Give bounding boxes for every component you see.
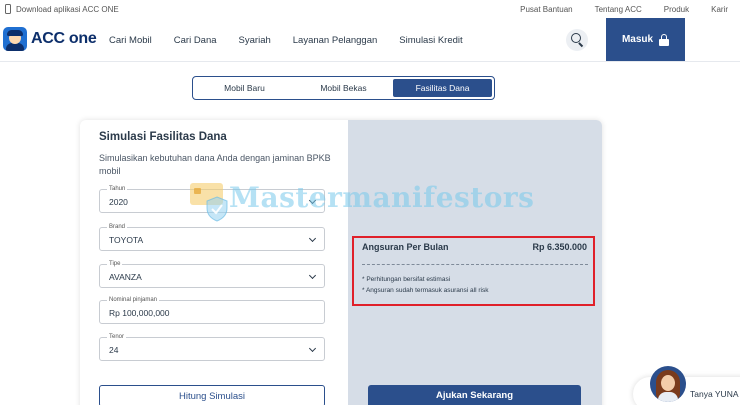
nav-item-syariah[interactable]: Syariah	[239, 35, 271, 46]
logo-text: ACC one	[31, 30, 97, 47]
tab-mobil-baru[interactable]: Mobil Baru	[195, 79, 294, 97]
ajukan-sekarang-button[interactable]: Ajukan Sekarang	[368, 385, 581, 405]
nominal-label: Nominal pinjaman	[107, 296, 160, 304]
link-produk[interactable]: Produk	[664, 5, 689, 14]
link-pusat-bantuan[interactable]: Pusat Bantuan	[520, 5, 572, 14]
note-estimate: * Perhitungan bersifat estimasi	[362, 276, 451, 283]
link-tentang-acc[interactable]: Tentang ACC	[595, 5, 642, 14]
form-description: Simulasikan kebutuhan dana Anda dengan j…	[99, 153, 331, 176]
nav-item-cari-dana[interactable]: Cari Dana	[174, 35, 217, 46]
tahun-label: Tahun	[107, 185, 128, 193]
installment-result-box: Angsuran Per Bulan Rp 6.350.000 * Perhit…	[352, 236, 595, 306]
nominal-pinjaman-input[interactable]: Nominal pinjaman Rp 100,000,000	[99, 296, 325, 324]
lock-icon	[659, 33, 670, 46]
tahun-value: 2020	[109, 197, 128, 207]
shield-check-icon	[206, 196, 228, 222]
link-karir[interactable]: Karir	[711, 5, 728, 14]
login-button[interactable]: Masuk	[606, 18, 685, 61]
main-nav: ACC one Cari Mobil Cari Dana Syariah Lay…	[0, 18, 740, 62]
chevron-down-icon	[308, 234, 317, 243]
tipe-select[interactable]: Tipe AVANZA	[99, 260, 325, 288]
hitung-simulasi-button[interactable]: Hitung Simulasi	[99, 385, 325, 405]
tenor-value: 24	[109, 345, 119, 355]
form-title: Simulasi Fasilitas Dana	[99, 131, 227, 143]
note-insurance: * Angsuran sudah termasuk asuransi all r…	[362, 287, 489, 294]
tenor-label: Tenor	[107, 333, 127, 341]
tenor-select[interactable]: Tenor 24	[99, 333, 325, 361]
phone-icon	[5, 4, 11, 14]
chat-label[interactable]: Tanya YUNA	[690, 389, 739, 399]
top-strip: Download aplikasi ACC ONE Pusat Bantuan …	[0, 0, 740, 18]
brand-value: TOYOTA	[109, 235, 144, 245]
chevron-down-icon	[308, 344, 317, 353]
nominal-value: Rp 100,000,000	[109, 308, 170, 318]
chevron-down-icon	[308, 271, 317, 280]
nav-menu: Cari Mobil Cari Dana Syariah Layanan Pel…	[109, 18, 485, 62]
divider	[362, 264, 588, 265]
nav-item-simulasi-kredit[interactable]: Simulasi Kredit	[399, 35, 462, 46]
acc-one-logo[interactable]: ACC one	[3, 27, 97, 51]
tipe-value: AVANZA	[109, 272, 142, 282]
logo-mascot-icon	[3, 27, 27, 51]
brand-label: Brand	[107, 223, 128, 231]
tipe-label: Tipe	[107, 260, 123, 268]
simulation-tabs: Mobil Baru Mobil Bekas Fasilitas Dana	[192, 76, 495, 100]
top-links: Pusat Bantuan Tentang ACC Produk Karir	[498, 0, 728, 18]
installment-amount: Rp 6.350.000	[532, 242, 587, 252]
tab-fasilitas-dana[interactable]: Fasilitas Dana	[393, 79, 492, 97]
download-app-text: Download aplikasi ACC ONE	[16, 4, 119, 14]
download-app-link[interactable]: Download aplikasi ACC ONE	[5, 4, 119, 14]
tab-mobil-bekas[interactable]: Mobil Bekas	[294, 79, 393, 97]
search-button[interactable]	[566, 29, 588, 51]
watermark-text: Mastermanifestors	[229, 181, 535, 214]
brand-select[interactable]: Brand TOYOTA	[99, 223, 325, 251]
login-label: Masuk	[621, 34, 654, 45]
nav-item-layanan-pelanggan[interactable]: Layanan Pelanggan	[293, 35, 378, 46]
nav-item-cari-mobil[interactable]: Cari Mobil	[109, 35, 152, 46]
yuna-avatar[interactable]	[650, 366, 686, 402]
